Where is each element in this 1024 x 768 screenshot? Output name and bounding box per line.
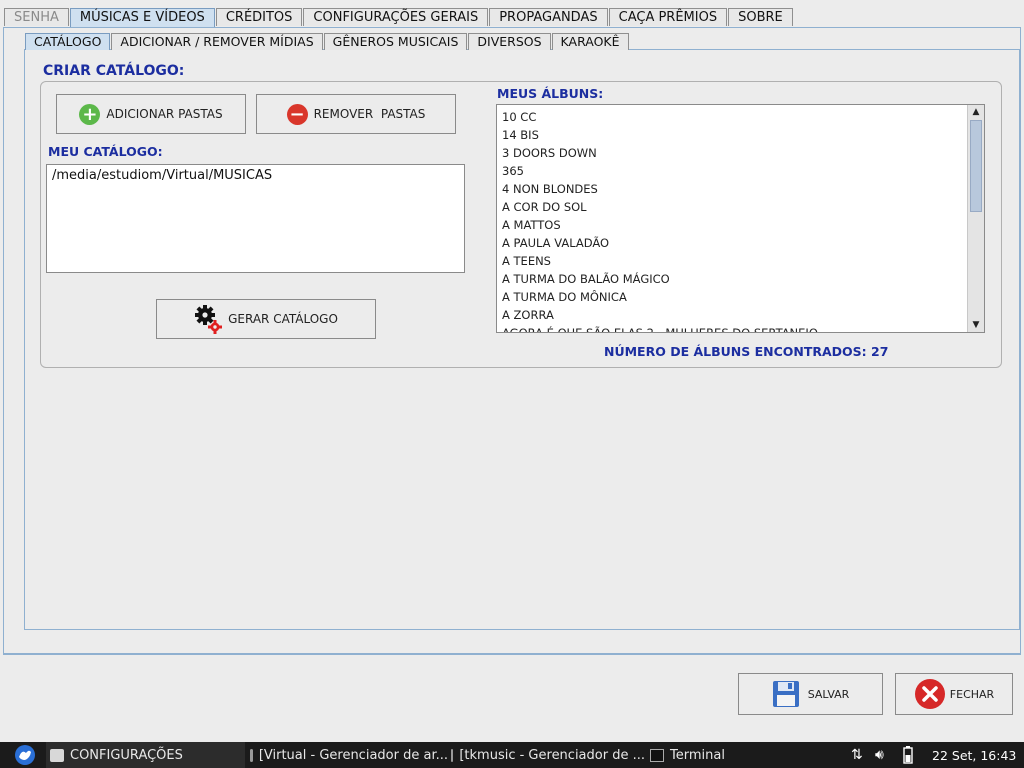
- bottom-separator: [3, 654, 1021, 655]
- tab-musicas-videos[interactable]: MÚSICAS E VÍDEOS: [69, 8, 215, 27]
- section-title: CRIAR CATÁLOGO:: [43, 63, 185, 79]
- subtab-adicionar-remover-midias[interactable]: ADICIONAR / REMOVER MÍDIAS: [111, 33, 323, 50]
- list-item[interactable]: 365: [497, 162, 969, 180]
- albums-count-text: NÚMERO DE ÁLBUNS ENCONTRADOS: 27: [604, 344, 889, 359]
- albums-list[interactable]: 10 CC 14 BIS 3 DOORS DOWN 365 4 NON BLONDES A…: [496, 104, 985, 333]
- scroll-down-arrow-icon[interactable]: ▼: [969, 318, 983, 332]
- taskbar-item-terminal[interactable]: Terminal: [646, 742, 840, 768]
- tab-creditos[interactable]: CRÉDITOS: [215, 8, 303, 26]
- list-item[interactable]: A TEENS: [497, 252, 969, 270]
- java-app-icon: [50, 748, 64, 762]
- clock[interactable]: 22 Set, 16:43: [932, 742, 1016, 768]
- folder-icon: [250, 748, 253, 762]
- list-item[interactable]: A MATTOS: [497, 216, 969, 234]
- tab-configuracoes-gerais[interactable]: CONFIGURAÇÕES GERAIS: [303, 8, 489, 26]
- generate-catalog-label: GERAR CATÁLOGO: [228, 312, 338, 326]
- list-item[interactable]: AGORA É QUE SÃO ELAS 2 - MULHERES DO SER…: [497, 324, 969, 332]
- gears-icon: [195, 305, 223, 334]
- add-folders-button[interactable]: + ADICIONAR PASTAS: [56, 94, 246, 134]
- scroll-up-arrow-icon[interactable]: ▲: [969, 105, 983, 119]
- taskbar-item-label: CONFIGURAÇÕES: [70, 747, 183, 763]
- generate-catalog-button[interactable]: GERAR CATÁLOGO: [156, 299, 376, 339]
- albums-label: MEUS ÁLBUNS:: [497, 86, 604, 101]
- main-tabbar: SENHA MÚSICAS E VÍDEOS CRÉDITOS CONFIGUR…: [4, 8, 794, 27]
- taskbar: CONFIGURAÇÕES [Virtual - Gerenciador de …: [0, 742, 1024, 768]
- subtab-diversos[interactable]: DIVERSOS: [468, 33, 551, 50]
- taskbar-item-label: [Virtual - Gerenciador de ar...: [258, 747, 448, 763]
- catalog-path-text: /media/estudiom/Virtual/MUSICAS: [52, 168, 273, 183]
- list-item[interactable]: A TURMA DO MÔNICA: [497, 288, 969, 306]
- list-item[interactable]: 14 BIS: [497, 126, 969, 144]
- subtab-generos-musicais[interactable]: GÊNEROS MUSICAIS: [323, 33, 468, 50]
- albums-scrollbar[interactable]: ▲ ▼: [967, 105, 984, 332]
- network-icon[interactable]: ⇅: [851, 742, 863, 768]
- tab-caca-premios[interactable]: CAÇA PRÊMIOS: [608, 8, 728, 26]
- subtab-catalogo[interactable]: CATÁLOGO: [25, 33, 111, 50]
- scroll-thumb[interactable]: [970, 120, 982, 212]
- save-button[interactable]: SALVAR: [738, 673, 883, 715]
- main-window: SENHA MÚSICAS E VÍDEOS CRÉDITOS CONFIGUR…: [0, 0, 1024, 742]
- minus-icon: −: [286, 103, 308, 125]
- app-menu-logo-icon: [15, 745, 35, 765]
- battery-icon[interactable]: [903, 742, 913, 768]
- remove-folders-button[interactable]: − REMOVER PASTAS: [256, 94, 456, 134]
- catalog-label: MEU CATÁLOGO:: [48, 144, 163, 159]
- terminal-icon: [650, 748, 664, 762]
- remove-folders-label: REMOVER PASTAS: [313, 107, 426, 121]
- list-item[interactable]: A PAULA VALADÃO: [497, 234, 969, 252]
- taskbar-item-label: [tkmusic - Gerenciador de ...: [459, 747, 645, 763]
- sub-tabbar: CATÁLOGO ADICIONAR / REMOVER MÍDIAS GÊNE…: [25, 33, 630, 50]
- albums-list-items: 10 CC 14 BIS 3 DOORS DOWN 365 4 NON BLONDES A…: [497, 108, 969, 332]
- list-item[interactable]: A ZORRA: [497, 306, 969, 324]
- add-folders-label: ADICIONAR PASTAS: [106, 107, 223, 121]
- floppy-disk-icon: [772, 681, 799, 707]
- taskbar-item-tkmusic-file-manager[interactable]: [tkmusic - Gerenciador de ...: [447, 742, 645, 768]
- taskbar-item-configuracoes[interactable]: CONFIGURAÇÕES: [46, 742, 245, 768]
- list-item[interactable]: A TURMA DO BALÃO MÁGICO: [497, 270, 969, 288]
- close-x-icon: [914, 679, 945, 709]
- list-item[interactable]: 4 NON BLONDES: [497, 180, 969, 198]
- taskbar-item-virtual-file-manager[interactable]: [Virtual - Gerenciador de ar...: [246, 742, 448, 768]
- start-menu-button[interactable]: [14, 742, 38, 768]
- tab-senha[interactable]: SENHA: [4, 8, 69, 26]
- list-item[interactable]: 3 DOORS DOWN: [497, 144, 969, 162]
- plus-icon: +: [79, 103, 101, 125]
- tab-sobre[interactable]: SOBRE: [728, 8, 793, 26]
- list-item[interactable]: 10 CC: [497, 108, 969, 126]
- folder-icon: [451, 748, 454, 762]
- catalog-paths-textarea[interactable]: /media/estudiom/Virtual/MUSICAS: [46, 164, 465, 273]
- list-item[interactable]: A COR DO SOL: [497, 198, 969, 216]
- save-label: SALVAR: [807, 687, 850, 701]
- close-label: FECHAR: [949, 687, 995, 701]
- volume-icon[interactable]: 🔊︎: [875, 742, 884, 768]
- subtab-karaoke[interactable]: KARAOKÊ: [551, 33, 629, 50]
- close-button[interactable]: FECHAR: [895, 673, 1013, 715]
- taskbar-item-label: Terminal: [670, 747, 725, 763]
- tab-propagandas[interactable]: PROPAGANDAS: [489, 8, 608, 26]
